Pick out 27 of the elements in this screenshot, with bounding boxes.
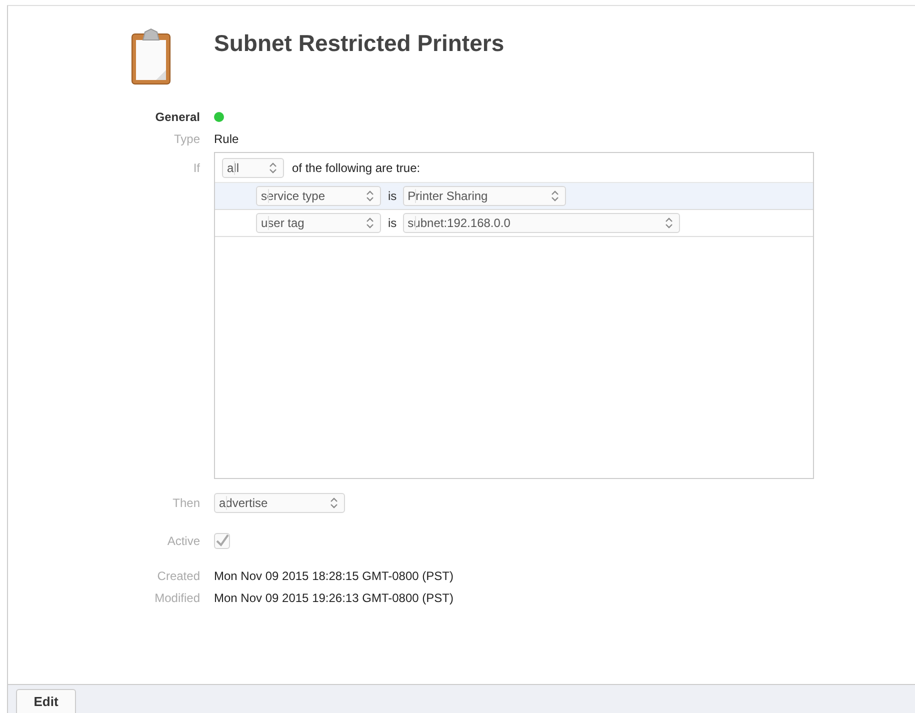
chevron-icon <box>366 217 374 229</box>
field-value: Mon Nov 09 2015 19:26:13 GMT-0800 (PST) <box>214 591 454 605</box>
page-title: Subnet Restricted Printers <box>214 30 506 57</box>
chevron-icon <box>330 497 338 509</box>
field-label: Active <box>166 534 200 548</box>
field-label: If <box>192 161 200 175</box>
field-label: Modified <box>154 591 200 605</box>
action-select[interactable]: advertise <box>214 493 345 513</box>
field-value: Rule <box>214 132 240 146</box>
field-value: Mon Nov 09 2015 18:28:15 GMT-0800 (PST) <box>214 569 454 583</box>
operator-text: is <box>388 216 397 230</box>
value-select[interactable]: subnet:192.168.0.0 <box>402 213 680 233</box>
value-select[interactable]: Printer Sharing <box>402 186 566 206</box>
condition-text: of the following are true: <box>292 160 420 174</box>
field-label: Then <box>172 496 200 510</box>
section-label: General <box>154 110 200 124</box>
chevron-icon <box>664 217 673 229</box>
clipboard-icon <box>131 28 171 85</box>
edit-button[interactable]: Edit <box>16 689 76 713</box>
field-label: Type <box>172 132 200 146</box>
field-select[interactable]: user tag <box>256 213 381 233</box>
field-label: Created <box>156 569 200 583</box>
field-select[interactable]: service type <box>256 186 381 206</box>
chevron-icon <box>269 162 277 174</box>
chevron-icon <box>366 190 374 202</box>
chevron-icon <box>550 190 559 202</box>
operator-text: is <box>388 189 397 203</box>
